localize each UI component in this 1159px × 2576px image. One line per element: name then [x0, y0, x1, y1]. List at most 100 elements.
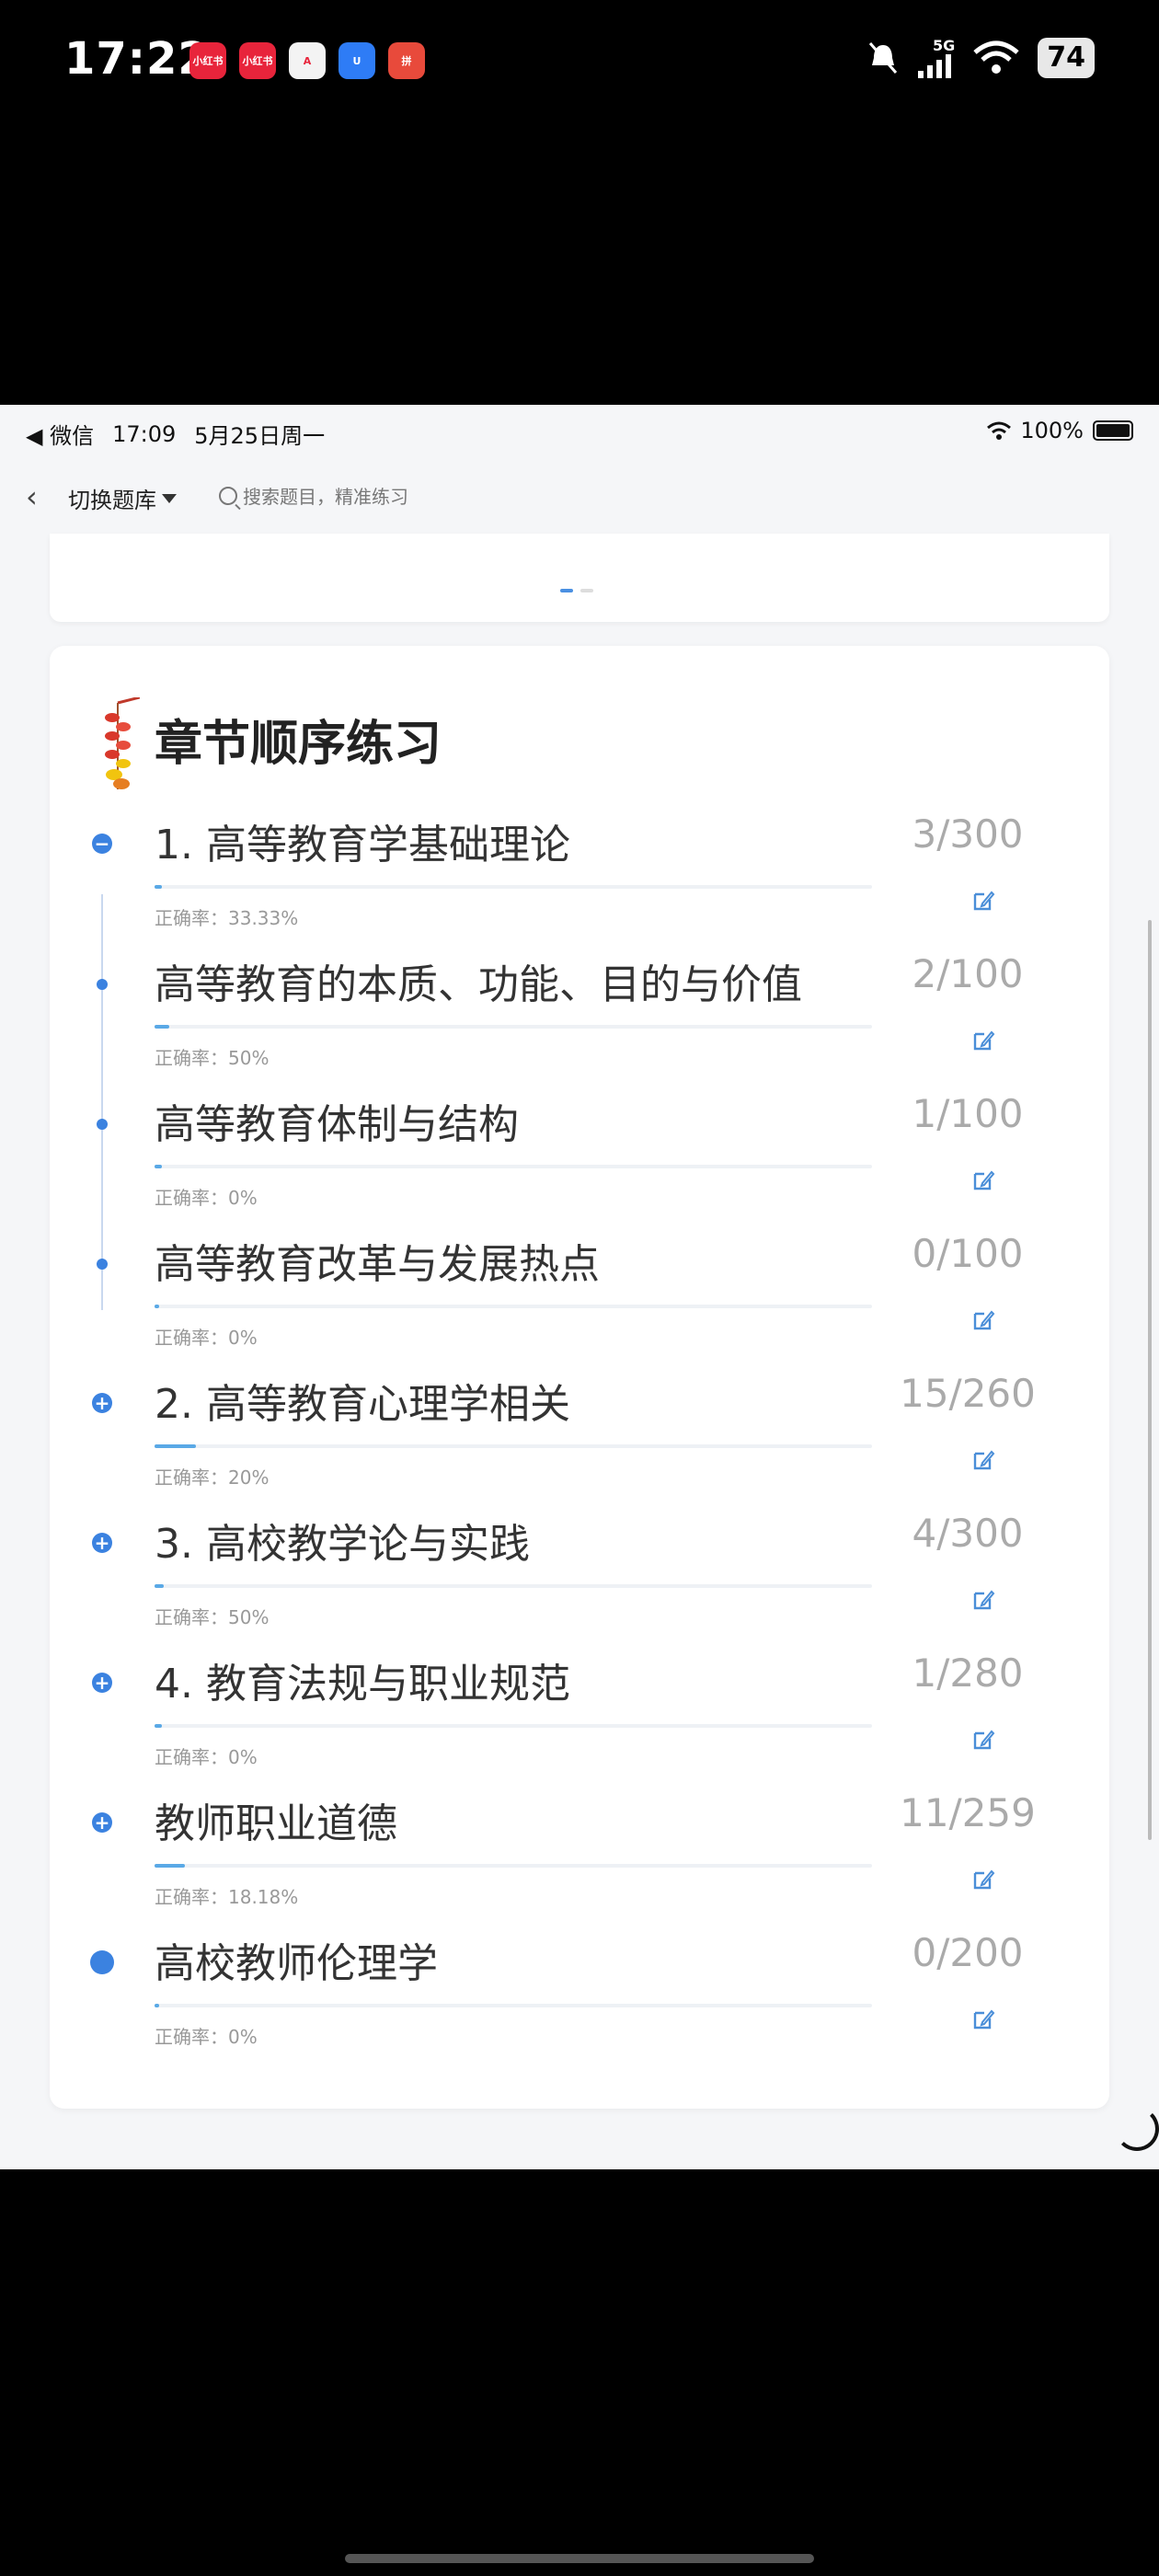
- wifi-icon: [973, 40, 1019, 74]
- accuracy-text: 正确率：18.18%: [155, 1882, 298, 1909]
- timeline-dot-icon: [90, 1950, 114, 1974]
- expand-icon[interactable]: +: [92, 1533, 112, 1553]
- section-title: 章节顺序练习: [155, 717, 442, 772]
- inner-status-bar: ◀ 微信 17:09 5月25日周一 100%: [0, 405, 1159, 460]
- battery-level: 74: [1038, 37, 1095, 78]
- accuracy-text: 正确率：0%: [155, 1183, 258, 1210]
- accuracy-label: 正确率：: [155, 1047, 228, 1069]
- signal-bars-icon: [918, 54, 952, 78]
- question-count: 0/200: [912, 1930, 1024, 1975]
- caret-down-icon: [162, 493, 177, 503]
- accuracy-label: 正确率：: [155, 2026, 228, 2048]
- accuracy-text: 正确率：0%: [155, 1323, 258, 1350]
- phone-time: 17:22: [64, 33, 210, 85]
- chapter-title[interactable]: 1. 高等教育学基础理论: [155, 811, 570, 870]
- chapter-title[interactable]: 3. 高校教学论与实践: [155, 1511, 530, 1570]
- chapter-row[interactable]: 高等教育的本质、功能、目的与价值正确率：50% 2/100: [50, 951, 1109, 1091]
- edit-icon[interactable]: [971, 1728, 995, 1752]
- edit-icon[interactable]: [971, 1168, 995, 1192]
- search-placeholder: 搜索题目，精准练习: [243, 486, 408, 508]
- accuracy-value: 50%: [228, 1047, 270, 1069]
- progress-fill: [155, 1025, 169, 1029]
- accuracy-value: 0%: [228, 1327, 258, 1349]
- question-count: 2/100: [912, 951, 1024, 996]
- edit-icon[interactable]: [971, 1029, 995, 1052]
- chapter-row[interactable]: + 教师职业道德正确率：18.18% 11/259: [50, 1790, 1109, 1930]
- chapter-row[interactable]: +3. 高校教学论与实践正确率：50% 4/300: [50, 1511, 1109, 1650]
- progress-bar: [155, 1864, 872, 1868]
- accuracy-value: 0%: [228, 1187, 258, 1209]
- chapter-title[interactable]: 教师职业道德: [155, 1790, 397, 1849]
- search-bar[interactable]: 搜索题目，精准练习: [219, 482, 408, 509]
- accuracy-label: 正确率：: [155, 1187, 228, 1209]
- notification-app-icons: 小红书 小红书 A U 拼: [189, 42, 425, 79]
- inner-date: 5月25日周一: [194, 423, 326, 449]
- chapter-title[interactable]: 高等教育的本质、功能、目的与价值: [155, 951, 802, 1010]
- back-to-app[interactable]: ◀ 微信: [26, 418, 94, 450]
- chapter-row[interactable]: 高等教育改革与发展热点正确率：0% 0/100: [50, 1231, 1109, 1371]
- carousel-dot-active: [560, 589, 573, 592]
- search-icon: [219, 486, 237, 505]
- edit-icon[interactable]: [971, 1868, 995, 1892]
- chapter-title[interactable]: 2. 高等教育心理学相关: [155, 1371, 570, 1430]
- nav-bar: ‹ 切换题库 搜索题目，精准练习: [0, 460, 1159, 534]
- accuracy-label: 正确率：: [155, 1746, 228, 1768]
- collapse-icon[interactable]: −: [92, 834, 112, 854]
- edit-icon[interactable]: [971, 889, 995, 913]
- question-count: 4/300: [912, 1511, 1024, 1556]
- mute-bell-icon: [869, 41, 898, 74]
- phone-status-bar: 17:22 小红书 小红书 A U 拼 5G 74: [0, 0, 1159, 129]
- switch-label: 切换题库: [68, 488, 156, 513]
- accuracy-label: 正确率：: [155, 907, 228, 929]
- xiaohongshu-app-icon: 小红书: [189, 42, 226, 79]
- progress-fill: [155, 1165, 162, 1168]
- edit-icon[interactable]: [971, 2007, 995, 2031]
- chapter-title[interactable]: 高等教育改革与发展热点: [155, 1231, 600, 1290]
- chapter-title[interactable]: 高等教育体制与结构: [155, 1091, 519, 1150]
- accuracy-text: 正确率：33.33%: [155, 903, 298, 930]
- accuracy-label: 正确率：: [155, 1327, 228, 1349]
- chapter-row[interactable]: 高等教育体制与结构正确率：0% 1/100: [50, 1091, 1109, 1231]
- progress-bar: [155, 885, 872, 889]
- accuracy-text: 正确率：50%: [155, 1603, 269, 1629]
- progress-bar: [155, 2004, 872, 2007]
- question-count: 11/259: [900, 1790, 1036, 1835]
- chapter-row[interactable]: 高校教师伦理学正确率：0% 0/200: [50, 1930, 1109, 2070]
- firecracker-icon: [105, 697, 140, 789]
- chapter-row[interactable]: +2. 高等教育心理学相关 正确率：20% 15/260: [50, 1371, 1109, 1511]
- progress-bar: [155, 1444, 872, 1448]
- back-chevron-icon[interactable]: ‹: [26, 480, 59, 513]
- progress-fill: [155, 1305, 159, 1308]
- pinduoduo-app-icon: 拼: [388, 42, 425, 79]
- app-a-icon: A: [289, 42, 326, 79]
- accuracy-text: 正确率：20%: [155, 1463, 269, 1489]
- chapter-title[interactable]: 高校教师伦理学: [155, 1930, 438, 1989]
- banner-carousel[interactable]: [50, 534, 1109, 622]
- wifi-icon: [987, 421, 1012, 440]
- cellular-signal: 5G: [918, 37, 955, 78]
- edit-icon[interactable]: [971, 1448, 995, 1472]
- expand-icon[interactable]: +: [92, 1673, 112, 1693]
- expand-icon[interactable]: +: [92, 1393, 112, 1413]
- timeline-dot-icon: [97, 1259, 108, 1270]
- timeline-dot-icon: [97, 1119, 108, 1130]
- chapter-row[interactable]: − 1. 高等教育学基础理论 正确率：33.33% 3/300: [50, 811, 1109, 951]
- loading-spinner-icon: [1115, 2107, 1159, 2151]
- switch-question-bank-button[interactable]: 切换题库: [68, 482, 177, 514]
- chapter-title[interactable]: 4. 教育法规与职业规范: [155, 1650, 570, 1709]
- progress-bar: [155, 1724, 872, 1728]
- expand-icon[interactable]: +: [92, 1812, 112, 1833]
- edit-icon[interactable]: [971, 1308, 995, 1332]
- inner-time: 17:09: [112, 420, 177, 447]
- home-indicator[interactable]: [345, 2554, 814, 2563]
- accuracy-value: 33.33%: [228, 907, 299, 929]
- edit-icon[interactable]: [971, 1588, 995, 1612]
- chapter-row[interactable]: +4. 教育法规与职业规范 正确率：0% 1/280: [50, 1650, 1109, 1790]
- accuracy-label: 正确率：: [155, 1466, 228, 1489]
- accuracy-text: 正确率：0%: [155, 2022, 258, 2049]
- progress-fill: [155, 885, 162, 889]
- question-count: 1/100: [912, 1091, 1024, 1136]
- progress-bar: [155, 1025, 872, 1029]
- scrollbar[interactable]: [1148, 920, 1152, 1840]
- question-count: 0/100: [912, 1231, 1024, 1276]
